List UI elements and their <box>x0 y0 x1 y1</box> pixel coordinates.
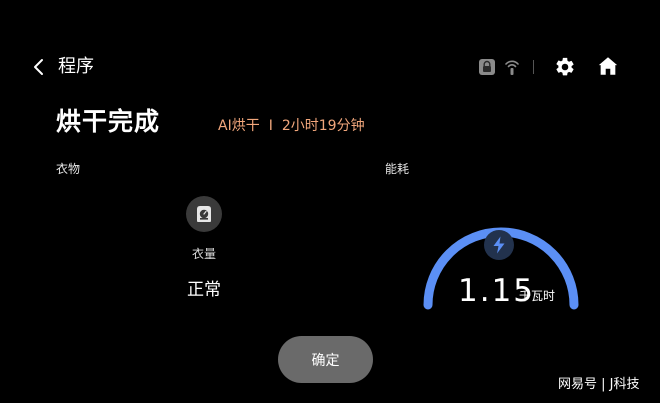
gear-icon <box>556 57 574 76</box>
dry-mode: AI烘干 <box>218 118 260 134</box>
home-button[interactable] <box>597 55 619 77</box>
lock-icon <box>478 58 496 76</box>
chevron-left-icon <box>34 59 43 75</box>
page-title: 烘干完成 <box>56 107 161 136</box>
dry-mode-summary: AI烘干 I 2小时19分钟 <box>218 116 365 136</box>
scale-icon <box>186 196 222 232</box>
energy-unit: 千瓦时 <box>519 289 556 303</box>
summary-separator: I <box>268 118 273 134</box>
settings-button[interactable] <box>554 56 576 78</box>
watermark: 网易号 | J科技 <box>558 377 640 392</box>
header-divider <box>533 60 534 74</box>
home-icon <box>598 57 618 75</box>
energy-section-label: 能耗 <box>385 162 410 176</box>
load-value: 正常 <box>187 280 221 300</box>
dry-duration: 2小时19分钟 <box>281 118 365 134</box>
confirm-button[interactable]: 确定 <box>278 336 373 383</box>
clothes-section-label: 衣物 <box>56 162 81 176</box>
back-button[interactable] <box>28 56 48 78</box>
load-label: 衣量 <box>191 247 216 261</box>
lightning-bolt-icon <box>484 230 514 260</box>
wifi-icon <box>503 57 521 77</box>
back-label[interactable]: 程序 <box>58 56 94 78</box>
